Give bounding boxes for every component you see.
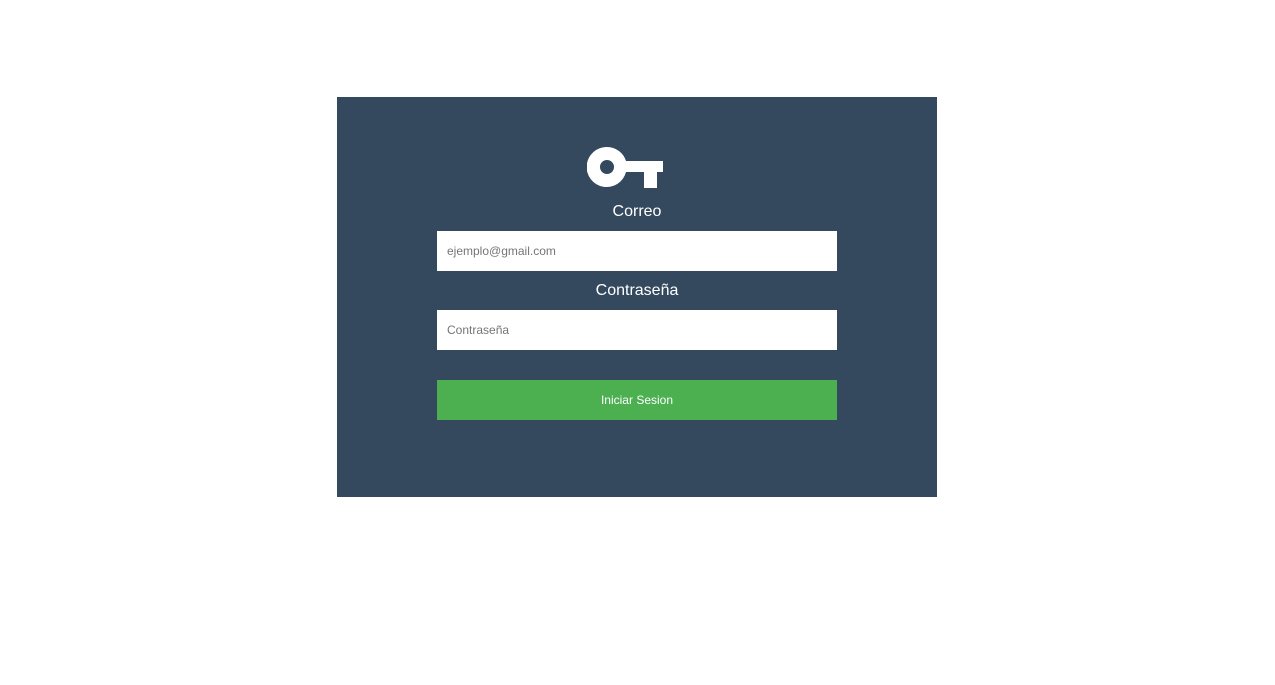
password-input[interactable] (437, 310, 837, 350)
login-card: Correo Contraseña Iniciar Sesion (337, 97, 937, 497)
login-button[interactable]: Iniciar Sesion (437, 380, 837, 420)
email-input[interactable] (437, 231, 837, 271)
password-label: Contraseña (595, 282, 679, 299)
key-icon (587, 147, 663, 188)
email-label: Correo (612, 203, 662, 220)
